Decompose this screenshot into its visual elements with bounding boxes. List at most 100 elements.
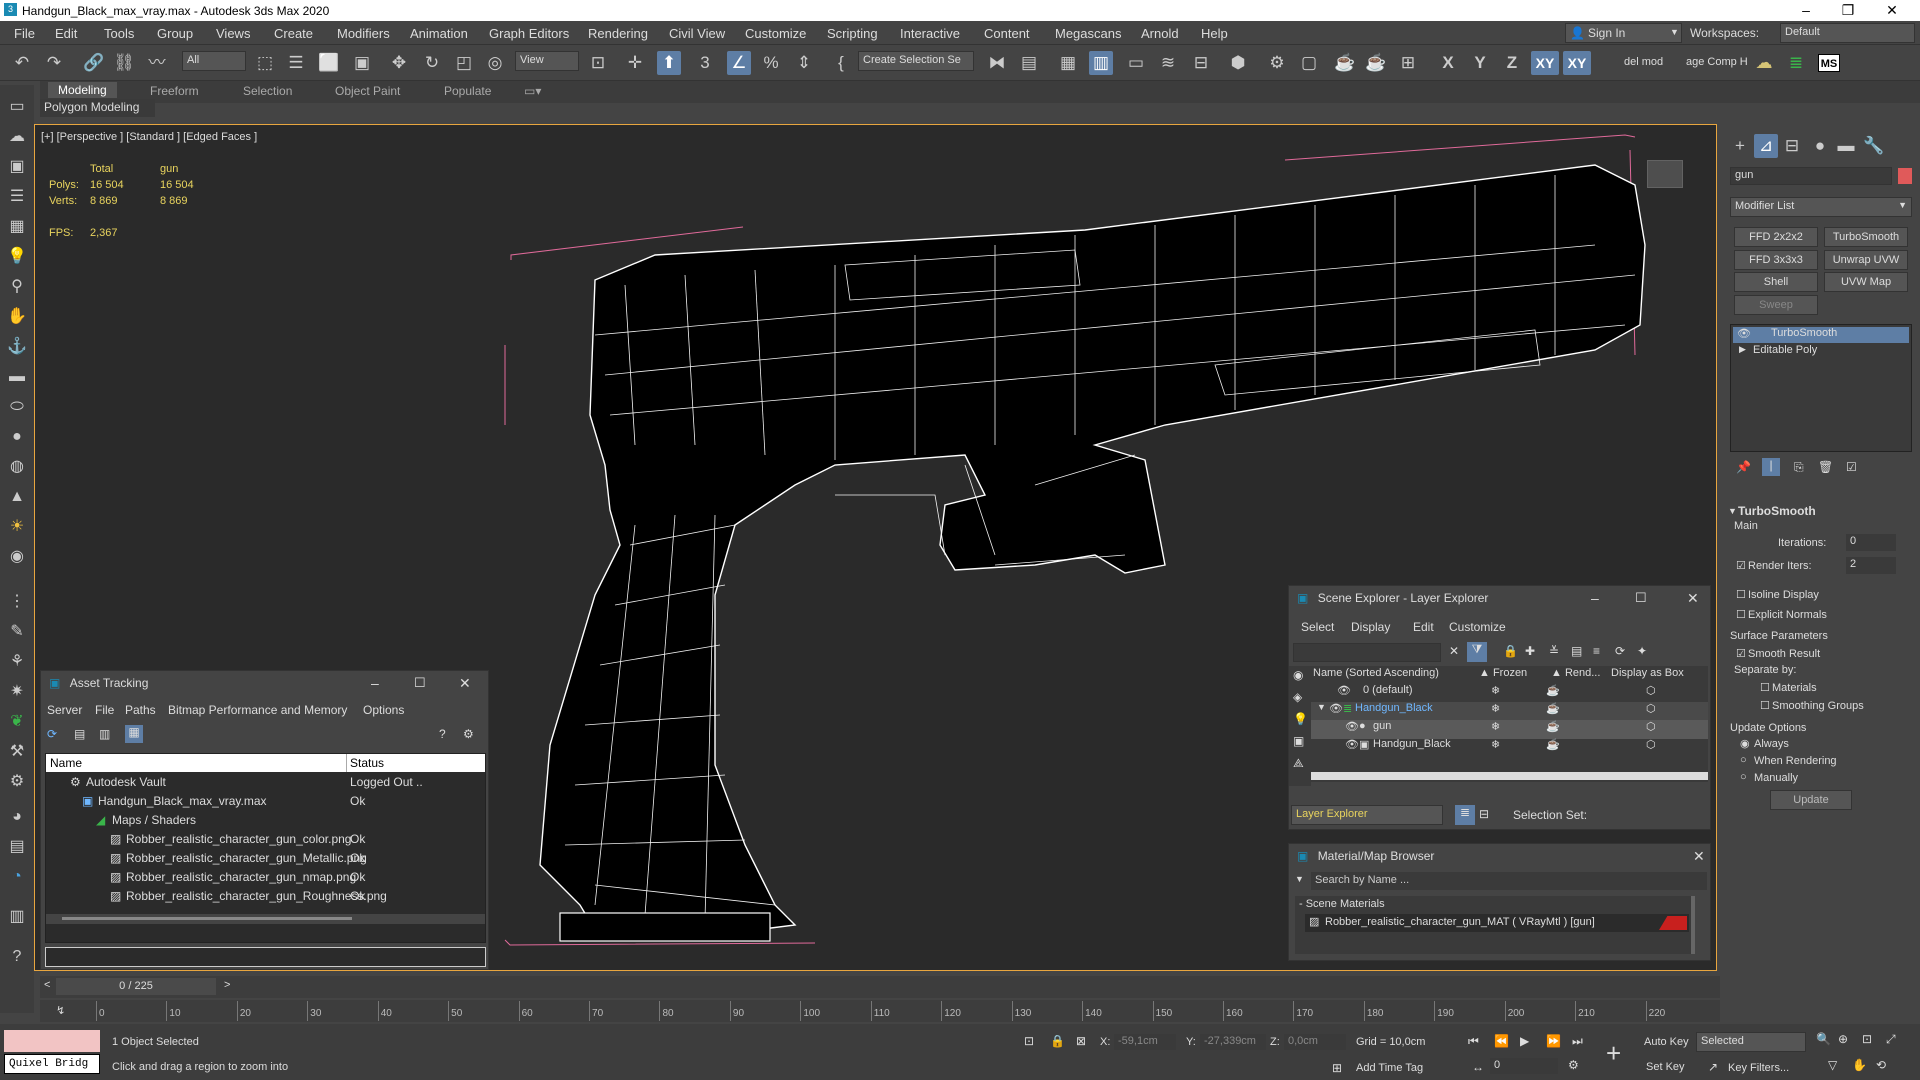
scale-icon[interactable]: ◰ xyxy=(452,51,476,75)
mirror-icon[interactable]: ⧓ xyxy=(985,51,1009,75)
menu-file[interactable]: File xyxy=(95,703,114,717)
menu-paths[interactable]: Paths xyxy=(125,703,156,717)
select-by-name-icon[interactable]: ☰ xyxy=(284,51,308,75)
orbit-icon[interactable]: ⟲ xyxy=(1876,1058,1886,1072)
time-tag-icon[interactable]: ⊞ xyxy=(1332,1061,1342,1075)
table-row[interactable]: ▣ Handgun_Black_max_vray.max Ok xyxy=(46,794,485,813)
expand-chevron-icon[interactable]: ▼ xyxy=(1317,702,1326,712)
play-icon[interactable]: ▶ xyxy=(1520,1034,1529,1048)
toggle-ribbon-icon[interactable]: ▭ xyxy=(1124,51,1148,75)
display-cameras-icon[interactable]: ▣ xyxy=(1293,734,1304,748)
cone-icon[interactable]: ▲ xyxy=(5,485,29,509)
pin-stack-icon[interactable]: 📌 xyxy=(1736,460,1751,474)
filter-icon[interactable]: ⧩ xyxy=(1467,642,1487,662)
menu-civil-view[interactable]: Civil View xyxy=(669,26,725,41)
placement-icon[interactable]: ◎ xyxy=(483,51,507,75)
menu-interactive[interactable]: Interactive xyxy=(900,26,960,41)
globe-icon[interactable]: ◔ xyxy=(5,865,29,889)
named-selection-dropdown[interactable]: Create Selection Se xyxy=(858,51,974,71)
auto-key-button[interactable]: Auto Key xyxy=(1644,1036,1689,1048)
zoom-all-icon[interactable]: ⊕ xyxy=(1838,1032,1848,1046)
viewport-layout-icon[interactable]: ▭ xyxy=(5,95,29,119)
time-next-icon[interactable]: > xyxy=(224,979,230,991)
x-coordinate-field[interactable]: -59,1cm xyxy=(1114,1034,1176,1050)
shell-button[interactable]: Shell xyxy=(1734,272,1818,292)
sphere-icon[interactable]: ● xyxy=(5,425,29,449)
cloud-icon[interactable]: ☁ xyxy=(5,125,29,149)
menu-rendering[interactable]: Rendering xyxy=(588,26,648,41)
minimize-icon[interactable]: – xyxy=(371,675,379,691)
spinner-snap-icon[interactable]: ⇕ xyxy=(792,51,816,75)
render-setup-icon[interactable]: ⚙ xyxy=(1265,51,1289,75)
track-bar[interactable]: ↯ 0 10 20 30 40 50 60 70 80 90 100 110 120 130 140 150 1… xyxy=(40,1000,1720,1022)
menu-group[interactable]: Group xyxy=(157,26,193,41)
absolute-mode-icon[interactable]: ⊠ xyxy=(1076,1034,1086,1048)
utilities-tab-icon[interactable]: 🔧 xyxy=(1862,134,1886,158)
layers-stack-icon[interactable]: ≡ xyxy=(1593,644,1600,658)
zoom-extents-icon[interactable]: ⊡ xyxy=(1862,1032,1872,1046)
sync-icon[interactable]: ⟳ xyxy=(1615,644,1625,658)
path-field[interactable] xyxy=(45,947,486,967)
render-icon[interactable]: ☕ xyxy=(1546,720,1560,733)
box-icon[interactable]: ⬡ xyxy=(1646,684,1656,697)
thumbnail-view-icon[interactable]: ▥ xyxy=(99,727,110,741)
table-row[interactable]: ▨ Robber_realistic_character_gun_Roughne… xyxy=(46,889,485,908)
create-tab-icon[interactable]: + xyxy=(1728,134,1752,158)
toggle-layer-explorer-icon[interactable]: ▥ xyxy=(1089,51,1113,75)
menu-edit[interactable]: Edit xyxy=(1413,620,1434,634)
selection-filter-dropdown[interactable]: All xyxy=(182,51,246,71)
minimize-button[interactable]: – xyxy=(1796,2,1816,18)
object-color-swatch[interactable] xyxy=(1898,168,1912,184)
update-button[interactable]: Update xyxy=(1770,790,1852,810)
horizontal-scrollbar[interactable] xyxy=(1311,772,1708,780)
set-key-button[interactable]: Set Key xyxy=(1646,1061,1685,1073)
key-set-dropdown[interactable]: Selected xyxy=(1696,1032,1806,1052)
table-view-icon[interactable]: ▦ xyxy=(125,725,143,743)
move-icon[interactable]: ✥ xyxy=(387,51,411,75)
schematic-view-icon[interactable]: ⊟ xyxy=(1189,51,1213,75)
horizontal-scrollbar[interactable] xyxy=(46,914,485,924)
material-item[interactable]: ▨ Robber_realistic_character_gun_MAT ( V… xyxy=(1305,914,1689,932)
menu-scripting[interactable]: Scripting xyxy=(827,26,878,41)
go-to-end-icon[interactable]: ⏭ xyxy=(1572,1034,1583,1049)
time-config-icon[interactable]: ⚙ xyxy=(1568,1058,1579,1072)
next-frame-icon[interactable]: ⏩ xyxy=(1546,1034,1561,1048)
add-to-layer-icon[interactable]: ≚ xyxy=(1549,644,1559,658)
y-coordinate-field[interactable]: -27,339cm xyxy=(1200,1034,1266,1050)
tab-populate[interactable]: Populate xyxy=(444,84,491,98)
z-coordinate-field[interactable]: 0,0cm xyxy=(1284,1034,1346,1050)
table-row[interactable]: ▨ Robber_realistic_character_gun_Metalli… xyxy=(46,851,485,870)
close-icon[interactable]: ✕ xyxy=(1687,590,1699,607)
highlight-icon[interactable]: ✦ xyxy=(1637,644,1647,658)
axis-xy-button[interactable]: XY xyxy=(1531,51,1559,75)
menu-select[interactable]: Select xyxy=(1301,620,1334,634)
megascans-icon[interactable]: ≣ xyxy=(1784,51,1808,75)
render-grid-icon[interactable]: ⊞ xyxy=(1396,51,1420,75)
table-row[interactable]: ⚙ Autodesk Vault Logged Out .. xyxy=(46,775,485,794)
explicit-normals-checkbox[interactable]: ☐ xyxy=(1736,608,1746,621)
rollout-title[interactable]: TurboSmooth xyxy=(1738,504,1816,518)
help-icon[interactable]: ? xyxy=(439,727,446,741)
pivot-center-icon[interactable]: ⊡ xyxy=(586,51,610,75)
del-mod-button[interactable]: del mod xyxy=(1624,56,1663,68)
go-to-start-icon[interactable]: ⏮ xyxy=(1468,1034,1479,1049)
torus-icon[interactable]: ◍ xyxy=(5,455,29,479)
layers-mode-icon[interactable]: ≣ xyxy=(1455,805,1475,825)
axis-z-button[interactable]: Z xyxy=(1500,51,1524,75)
freeze-icon[interactable]: ❄ xyxy=(1491,738,1500,751)
tree-row[interactable]: ▼ 👁 ≣ Handgun_Black ❄ ☕ ⬡ xyxy=(1311,702,1708,721)
maxscript-button[interactable]: MS xyxy=(1818,54,1840,72)
camera-icon[interactable]: ⚲ xyxy=(5,275,29,299)
menu-server[interactable]: Server xyxy=(47,703,82,717)
helper-icon[interactable]: ✷ xyxy=(5,680,29,704)
axis-x-button[interactable]: X xyxy=(1436,51,1460,75)
unlink-icon[interactable]: ⛓ xyxy=(112,51,136,75)
display-shapes-icon[interactable]: ◈ xyxy=(1293,690,1302,704)
maximize-viewport-icon[interactable]: ⤢ xyxy=(1886,1032,1896,1047)
angle-snap-icon[interactable]: ∠ xyxy=(727,51,751,75)
scene-states-icon[interactable]: ▥ xyxy=(5,905,29,929)
configure-sets-icon[interactable]: ☑ xyxy=(1846,460,1857,474)
lock-selection-icon[interactable]: 🔒 xyxy=(1050,1034,1065,1048)
menu-views[interactable]: Views xyxy=(216,26,250,41)
materials-checkbox[interactable]: ☐ xyxy=(1760,681,1770,694)
